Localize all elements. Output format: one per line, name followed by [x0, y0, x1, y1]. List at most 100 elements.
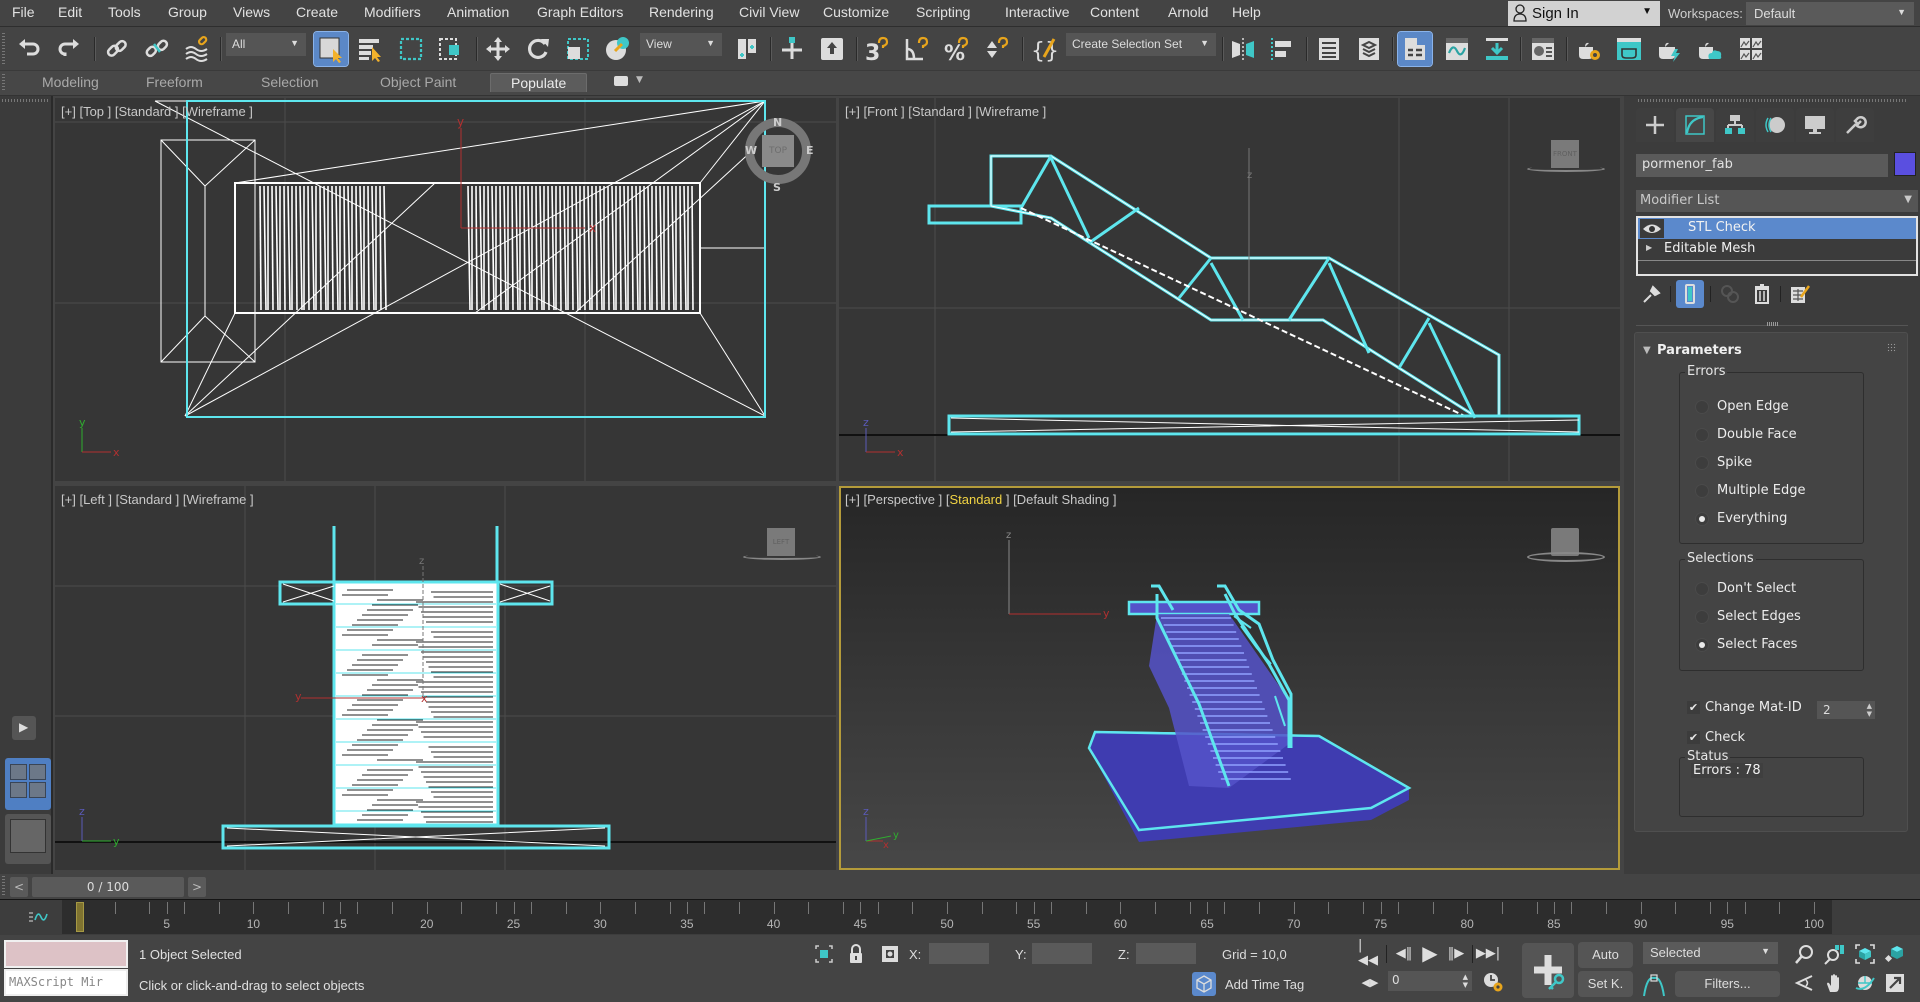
menu-customize[interactable]: Customize — [823, 4, 889, 20]
orbit-button[interactable] — [1852, 970, 1878, 996]
shading-menu[interactable]: [Wireframe ] — [183, 492, 254, 507]
schematic-view-button[interactable] — [1480, 32, 1514, 66]
tab-motion[interactable] — [1756, 108, 1794, 142]
spinner-snap-button[interactable] — [980, 32, 1014, 66]
maxscript-mini-listener-input[interactable]: MAXScript Mir — [4, 969, 128, 996]
show-end-result-button[interactable] — [1676, 280, 1704, 308]
absolute-relative-toggle[interactable] — [880, 944, 900, 964]
zoom-extents-button[interactable] — [1852, 941, 1878, 967]
viewcube-top[interactable]: TOP — [762, 135, 794, 167]
previous-frame-button[interactable]: < — [10, 877, 28, 897]
pin-stack-button[interactable] — [1638, 280, 1666, 308]
go-to-start-button[interactable]: |◀◀ — [1358, 938, 1382, 968]
pan-view-button[interactable] — [1822, 970, 1848, 996]
viewport-label-perspective[interactable]: [+] [Perspective ] [Standard ] [Default … — [845, 492, 1116, 507]
open-mini-curve-editor-icon[interactable] — [28, 910, 48, 924]
viewcube-front[interactable]: FRONT — [1551, 140, 1579, 168]
isolate-selection-button[interactable] — [814, 944, 834, 964]
radio-button[interactable] — [1695, 456, 1709, 470]
undo-button[interactable] — [12, 32, 46, 66]
previous-frame-button[interactable]: ◀‖ — [1392, 941, 1416, 965]
rotate-button[interactable] — [521, 32, 555, 66]
remove-modifier-button[interactable] — [1748, 280, 1776, 308]
make-unique-button[interactable] — [1716, 280, 1744, 308]
resize-grip[interactable] — [1767, 322, 1779, 326]
window-crossing-button[interactable] — [434, 32, 468, 66]
zoom-extents-all-button[interactable] — [1882, 941, 1908, 967]
rendered-frame-window-button[interactable] — [1612, 32, 1646, 66]
menu-content[interactable]: Content — [1090, 4, 1139, 20]
checkmark-icon[interactable]: ✔ — [1687, 731, 1700, 744]
checkmark-icon[interactable]: ✔ — [1687, 701, 1700, 714]
radio-button[interactable] — [1695, 484, 1709, 498]
y-coordinate-field[interactable] — [1032, 943, 1092, 964]
menu-group[interactable]: Group — [168, 4, 207, 20]
align-button[interactable] — [1265, 32, 1299, 66]
radio-button[interactable] — [1695, 582, 1709, 596]
menu-scripting[interactable]: Scripting — [916, 4, 970, 20]
stack-item-stl-check[interactable]: STL Check — [1638, 218, 1916, 239]
key-filters-button[interactable]: Filters... — [1675, 971, 1780, 997]
current-frame-indicator[interactable] — [76, 902, 84, 932]
scene-explorer-button[interactable] — [1312, 32, 1346, 66]
menu-create[interactable]: Create — [296, 4, 338, 20]
selection-lock-button[interactable] — [848, 943, 864, 965]
go-to-end-button[interactable]: ▶▶| — [1476, 941, 1500, 965]
next-frame-button[interactable]: ‖▶ — [1444, 941, 1468, 965]
ribbon-tab-modeling[interactable]: Modeling — [42, 74, 99, 90]
viewport-label-front[interactable]: [+] [Front ] [Standard ] [Wireframe ] — [845, 104, 1046, 119]
next-frame-button[interactable]: > — [188, 877, 206, 897]
set-key-button[interactable] — [1522, 943, 1574, 998]
render-setup-button[interactable] — [1572, 32, 1606, 66]
field-of-view-button[interactable] — [1792, 970, 1818, 996]
compass-east[interactable]: E — [806, 144, 814, 157]
mat-id-spinner[interactable]: 2 ▲ ▼ — [1817, 701, 1875, 719]
add-time-tag-button[interactable] — [1192, 972, 1216, 996]
mirror-button[interactable] — [1226, 32, 1260, 66]
menu-graph-editors[interactable]: Graph Editors — [537, 4, 623, 20]
viewport-label-top[interactable]: [+] [Top ] [Standard ] [Wireframe ] — [61, 104, 253, 119]
layer-explorer-button[interactable] — [1352, 32, 1386, 66]
track-bar[interactable]: 0510152025303540455055606570758085909510… — [0, 899, 1920, 935]
expand-layouts-button[interactable]: ▶ — [12, 716, 36, 740]
menu-arnold[interactable]: Arnold — [1168, 4, 1208, 20]
ribbon-grip[interactable] — [2, 74, 5, 92]
ribbon-options-icon[interactable] — [614, 76, 628, 86]
viewport-menu[interactable]: [+] — [845, 492, 860, 507]
compass-west[interactable]: W — [745, 144, 757, 157]
time-configuration-button[interactable] — [1482, 971, 1504, 993]
viewcube-left[interactable]: LEFT — [767, 528, 795, 556]
radio-button[interactable] — [1695, 638, 1709, 652]
viewport-perspective[interactable]: z y zyx [+] [Perspective ] [Standard ] [… — [839, 486, 1620, 870]
viewport-menu[interactable]: [+] — [845, 104, 860, 119]
angle-snap-button[interactable] — [900, 32, 934, 66]
render-cloud-button[interactable] — [1692, 32, 1726, 66]
tab-modify[interactable] — [1676, 108, 1714, 142]
tab-hierarchy[interactable] — [1716, 108, 1754, 142]
grip[interactable] — [2, 876, 5, 896]
menu-tools[interactable]: Tools — [108, 4, 141, 20]
panel-grip[interactable] — [2, 99, 48, 102]
place-button[interactable] — [600, 32, 634, 66]
point-of-view-menu[interactable]: [Front ] — [863, 104, 904, 119]
zoom-all-button[interactable] — [1822, 941, 1848, 967]
current-frame-field[interactable]: 0 ▲ ▼ — [1388, 971, 1472, 991]
redo-button[interactable] — [52, 32, 86, 66]
menu-edit[interactable]: Edit — [58, 4, 82, 20]
viewcube-ring[interactable] — [1527, 552, 1605, 562]
radio-button[interactable] — [1695, 610, 1709, 624]
menu-views[interactable]: Views — [233, 4, 270, 20]
track-bar-ruler[interactable]: 0510152025303540455055606570758085909510… — [62, 900, 1832, 934]
curve-editor-button[interactable] — [1440, 32, 1474, 66]
radio-button[interactable] — [1695, 512, 1709, 526]
auto-key-button[interactable]: Auto — [1578, 942, 1633, 968]
move-button[interactable] — [481, 32, 515, 66]
eye-icon[interactable] — [1640, 219, 1664, 238]
collapse-arrow-icon[interactable]: ▼ — [1643, 345, 1651, 356]
ribbon-tab-selection[interactable]: Selection — [261, 74, 319, 90]
bind-space-warp-button[interactable] — [180, 32, 214, 66]
pivot-center-button[interactable] — [730, 32, 764, 66]
reference-coordinate-dropdown[interactable]: View ▼ — [640, 33, 722, 56]
ribbon-tab-object-paint[interactable]: Object Paint — [380, 74, 456, 90]
menu-interactive[interactable]: Interactive — [1005, 4, 1070, 20]
